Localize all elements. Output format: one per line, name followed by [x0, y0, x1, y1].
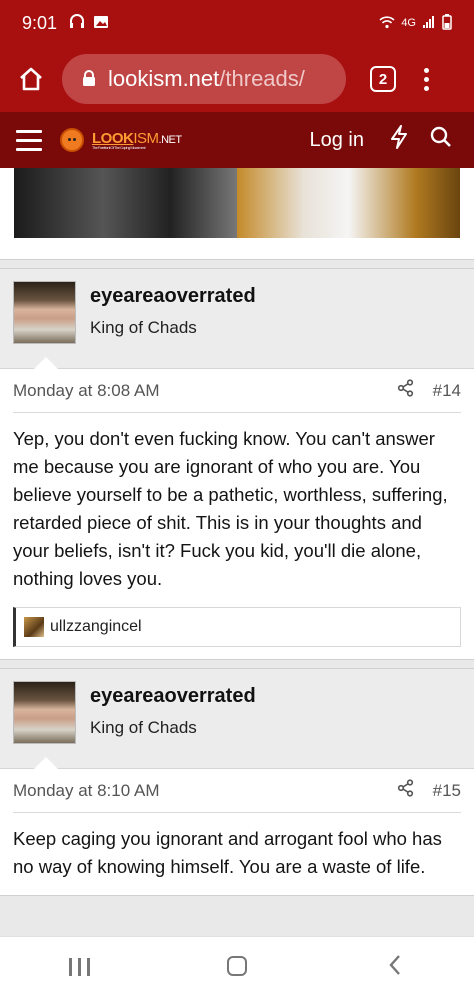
post-15: eyeareaoverrated King of Chads Monday at…: [0, 668, 474, 896]
post-date[interactable]: Monday at 8:08 AM: [13, 381, 159, 401]
reactions-bar[interactable]: ullzzangincel: [13, 607, 461, 647]
home-nav-icon[interactable]: [207, 955, 267, 983]
whats-new-bolt-icon[interactable]: [390, 125, 408, 155]
address-bar[interactable]: lookism.net/threads/: [62, 54, 346, 104]
post-number[interactable]: #15: [433, 781, 461, 801]
username[interactable]: eyeareaoverrated: [90, 285, 256, 308]
home-button[interactable]: [0, 46, 62, 112]
site-logo[interactable]: LOOKISM.NET The Forefront Of The Coping …: [60, 128, 182, 152]
status-time: 9:01: [22, 12, 58, 33]
url-path: /threads/: [219, 66, 305, 91]
avatar[interactable]: [13, 281, 76, 344]
lock-icon: [82, 66, 96, 92]
browser-toolbar: lookism.net/threads/ 2: [0, 46, 474, 112]
wifi-icon: [379, 15, 395, 32]
status-bar: 9:01 4G: [0, 0, 474, 46]
embedded-image[interactable]: [14, 168, 460, 238]
post-author-block: eyeareaoverrated King of Chads: [0, 669, 474, 769]
post-author-block: eyeareaoverrated King of Chads: [0, 269, 474, 369]
site-header: LOOKISM.NET The Forefront Of The Coping …: [0, 112, 474, 168]
thread-content: eyeareaoverrated King of Chads Monday at…: [0, 168, 474, 936]
login-link[interactable]: Log in: [310, 129, 365, 152]
post-14: eyeareaoverrated King of Chads Monday at…: [0, 268, 474, 660]
url-host: lookism.net: [108, 66, 220, 91]
post-date[interactable]: Monday at 8:10 AM: [13, 781, 159, 801]
network-label: 4G: [401, 17, 416, 29]
image-icon: [93, 13, 109, 34]
browser-menu-icon[interactable]: [424, 67, 429, 91]
tab-switcher-button[interactable]: 2: [370, 66, 396, 92]
post-header: Monday at 8:10 AM #15: [13, 769, 461, 813]
hamburger-menu-icon[interactable]: [16, 129, 42, 151]
avatar[interactable]: [13, 681, 76, 744]
recent-apps-icon[interactable]: [49, 955, 109, 983]
post-body: Yep, you don't even fucking know. You ca…: [13, 428, 448, 589]
share-icon[interactable]: [397, 379, 415, 402]
android-nav-bar: [0, 936, 474, 1000]
share-icon[interactable]: [397, 779, 415, 802]
post-body: Keep caging you ignorant and arrogant fo…: [13, 828, 442, 877]
username[interactable]: eyeareaoverrated: [90, 685, 256, 708]
back-icon[interactable]: [365, 954, 425, 983]
previous-post-image: [0, 168, 474, 260]
reaction-user-avatar: [24, 617, 44, 637]
post-header: Monday at 8:08 AM #14: [13, 369, 461, 413]
signal-icon: [422, 15, 436, 32]
search-icon[interactable]: [430, 126, 452, 154]
user-title: King of Chads: [90, 318, 197, 337]
battery-icon: [442, 13, 452, 33]
reaction-user[interactable]: ullzzangincel: [50, 618, 142, 636]
home-icon: [20, 67, 42, 91]
angry-face-logo-icon: [60, 128, 84, 152]
logo-net: .NET: [158, 134, 183, 146]
user-title: King of Chads: [90, 718, 197, 737]
post-number[interactable]: #14: [433, 381, 461, 401]
headphones-icon: [69, 13, 85, 34]
